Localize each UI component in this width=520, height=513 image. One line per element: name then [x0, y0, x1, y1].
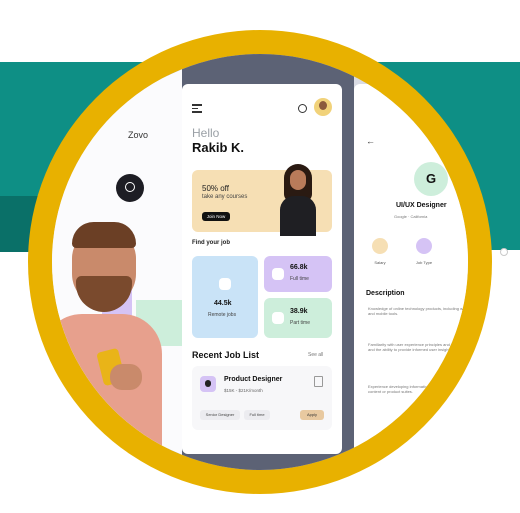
heart-icon [272, 312, 284, 324]
company-logo: G [414, 162, 448, 196]
job-tag: Full time [244, 410, 270, 420]
stat-value: 66.8k [290, 264, 308, 271]
salary-label: Salary [374, 260, 386, 265]
circular-mockup: Zovo ur job Hello Rakib K. 50% off take … [52, 54, 468, 470]
job-card[interactable]: Product Designer $15K - $21K/month Senio… [192, 366, 332, 430]
stat-card-fulltime[interactable]: 66.8k Full time [264, 256, 332, 292]
person-hair [72, 222, 136, 248]
description-heading: Description [366, 290, 405, 297]
search-icon[interactable] [116, 174, 144, 202]
person-shirt [52, 314, 162, 470]
job-type-icon [416, 238, 432, 254]
apple-logo-icon [200, 376, 216, 392]
briefcase-icon [219, 278, 231, 290]
recent-job-heading: Recent Job List [192, 350, 260, 360]
hero-line-1: ur [52, 143, 62, 163]
apply-button[interactable]: Apply [300, 410, 324, 420]
back-arrow-icon[interactable]: ← [366, 136, 375, 146]
stat-label: Full time [290, 276, 309, 282]
stat-card-remote[interactable]: 44.5k Remote jobs [192, 256, 258, 338]
hero-heading: ur job [52, 144, 71, 180]
stat-label: Part time [290, 320, 311, 326]
description-bullet: Knowledge of online technology products,… [368, 306, 468, 316]
home-app-screen: Hello Rakib K. 50% off take any courses … [182, 84, 342, 454]
promo-banner[interactable]: 50% off take any courses Join Now [192, 164, 332, 236]
person-hand [110, 364, 142, 390]
promo-person-face [290, 170, 306, 190]
job-type-label: Job Type [415, 260, 433, 265]
promo-title: 50% off [202, 184, 229, 193]
stat-value: 38.9k [290, 308, 308, 315]
bookmark-icon[interactable] [314, 376, 323, 387]
avatar[interactable] [314, 98, 332, 116]
job-location: Google · California [394, 214, 428, 219]
see-all-link[interactable]: See all [308, 352, 323, 358]
user-name: Rakib K. [192, 140, 245, 155]
find-job-heading: Find your job [192, 240, 230, 246]
job-role: UI/UX Designer [396, 202, 447, 209]
stat-value: 44.5k [214, 300, 232, 307]
hero-line-2: job [52, 161, 71, 181]
promo-person-body [280, 196, 316, 236]
apply-now-button[interactable] [370, 440, 468, 460]
job-title: Product Designer [224, 376, 283, 383]
description-bullet: Experience developing information archit… [368, 384, 458, 394]
job-detail-screen: ← G UI/UX Designer Google · California S… [354, 84, 468, 464]
join-now-button[interactable]: Join Now [202, 212, 230, 221]
brand-label: Zovo [128, 130, 149, 140]
job-tag: Senior Designer [200, 410, 240, 420]
stat-label: Remote jobs [208, 312, 237, 318]
greeting: Hello [192, 126, 220, 140]
search-icon[interactable] [298, 104, 307, 113]
description-bullet: Familiarity with user experience princip… [368, 342, 467, 352]
salary-icon [372, 238, 388, 254]
clock-icon [272, 268, 284, 280]
stat-card-parttime[interactable]: 38.9k Part time [264, 298, 332, 338]
job-pay: $15K - $21K/month [224, 388, 263, 393]
menu-icon[interactable] [192, 104, 202, 113]
promo-subtitle: take any courses [202, 194, 248, 200]
slider-dot[interactable] [500, 248, 508, 256]
